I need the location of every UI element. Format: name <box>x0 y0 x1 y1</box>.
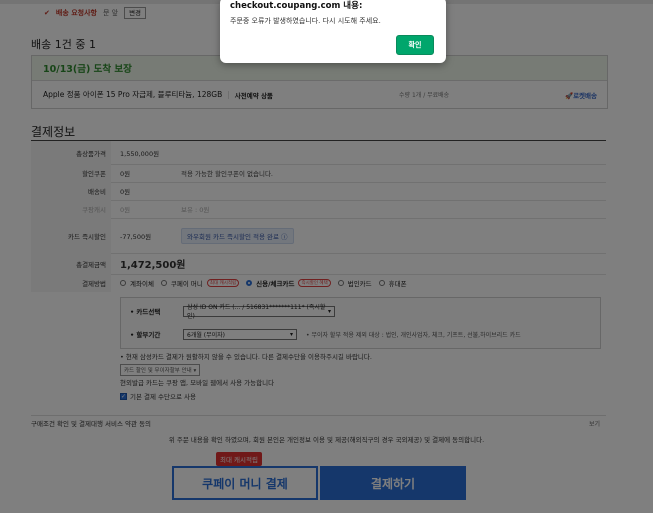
check-icon: ✔ <box>44 9 50 17</box>
row-note: 와우회원 카드 즉시할인 적용 완료 ⓘ <box>181 218 294 253</box>
coupay-money-pay-button[interactable]: 쿠페이 머니 결제 <box>172 466 318 500</box>
radio-bank-transfer[interactable] <box>120 280 126 286</box>
samsung-card-warning: • 현재 삼성카드 결제가 원활하지 않을 수 있습니다. 다른 결제수단을 이… <box>120 353 372 361</box>
delivery-request-row: ✔ 배송 요청사항 문 앞 변경 <box>44 6 147 20</box>
rocket-icon: 🚀 <box>564 91 574 100</box>
chevron-down-icon: ▾ <box>327 307 331 315</box>
row-value: 0원 <box>120 170 131 178</box>
row-coupang-cash: 쿠팡캐시 0원 보유 : 0원 <box>31 200 606 219</box>
quantity-info: 수량 1개 / 무료배송 <box>399 92 450 99</box>
row-value: 0원 <box>120 206 131 214</box>
shipping-box: 10/13(금) 도착 보장 Apple 정품 아이폰 15 Pro 자급제, … <box>31 55 608 109</box>
card-select-value: 삼성 ID ON 카드 (... / 516831*******111* (즉시… <box>187 304 326 320</box>
default-method-row: ✓ 기본 결제 수단으로 사용 <box>120 391 196 401</box>
installment-row: • 할부기간 6개월 (무이자) ▾ • 무이자 할부 적용 제외 대상 : 법… <box>130 327 521 341</box>
terms-view-link[interactable]: 보기 <box>589 419 600 428</box>
checkout-page: ✔ 배송 요청사항 문 앞 변경 배송 1건 중 1 10/13(금) 도착 보… <box>0 0 653 513</box>
rocket-delivery-badge: 🚀로켓배송 <box>565 90 597 100</box>
receipt-note: 현외발급 카드는 쿠팡 앱, 모바일 웹에서 사용 가능합니다 <box>120 379 275 387</box>
radio-mobile[interactable] <box>378 280 385 286</box>
radio-credit-card[interactable] <box>246 280 253 286</box>
row-label: 카드 즉시할인 <box>31 218 111 253</box>
terms-row: 구매조건 확인 및 결제대행 서비스 약관 동의 보기 <box>31 415 606 430</box>
row-card-discount: 카드 즉시할인 -77,500원 와우회원 카드 즉시할인 적용 완료 ⓘ <box>31 218 606 254</box>
row-label: 배송비 <box>31 182 111 200</box>
radio-corporate-card[interactable] <box>337 280 344 286</box>
dialog-message: 주문중 오류가 발생하였습니다. 다시 시도해 주세요. <box>230 17 381 25</box>
method-label: 법인카드 <box>347 280 372 288</box>
payment-title: 결제정보 <box>31 125 76 139</box>
row-shipping-fee: 배송비 0원 <box>31 182 606 201</box>
row-note: 적용 가능한 할인쿠폰이 없습니다. <box>181 170 273 178</box>
row-label: 쿠팡캐시 <box>31 200 111 218</box>
installment-dropdown[interactable]: 6개월 (무이자) ▾ <box>183 328 297 340</box>
installment-hint: • 무이자 할부 적용 제외 대상 : 법인, 개인사업자, 체크, 기프트, … <box>306 331 521 339</box>
card-select-dropdown[interactable]: 삼성 ID ON 카드 (... / 516831*******111* (즉시… <box>183 304 335 320</box>
card-discount-badge[interactable]: 와우회원 카드 즉시할인 적용 완료 ⓘ <box>181 227 294 244</box>
row-total: 총상품가격 1,550,000원 <box>31 141 606 165</box>
row-label: 총상품가격 <box>31 141 111 164</box>
card-options-panel: • 카드선택 삼성 ID ON 카드 (... / 516831*******1… <box>120 297 601 349</box>
radio-coupay-money[interactable] <box>160 280 167 286</box>
rocket-delivery-label: 로켓배송 <box>573 91 597 100</box>
dialog-title: checkout.coupang.com 내용: <box>230 1 363 11</box>
card-select-row: • 카드선택 삼성 ID ON 카드 (... / 516831*******1… <box>130 304 335 320</box>
delivery-request-label: 배송 요청사항 <box>55 9 97 17</box>
row-label: 결제방법 <box>31 274 111 292</box>
card-benefit-info-dropdown[interactable]: 카드 할인 및 무이자할부 안내 ▾ <box>120 364 201 376</box>
shipping-title: 배송 1건 중 1 <box>31 38 96 51</box>
row-label: 할인쿠폰 <box>31 164 111 182</box>
delivery-request-value: 문 앞 <box>102 9 119 17</box>
installment-label: • 할부기간 <box>130 331 161 339</box>
pay-button[interactable]: 결제하기 <box>320 466 466 500</box>
product-row: Apple 정품 아이폰 15 Pro 자급제, 블루티타늄, 128GB | … <box>32 81 607 108</box>
method-label: 휴대폰 <box>388 280 407 288</box>
dialog-ok-button[interactable]: 확인 <box>396 35 434 55</box>
row-label: 총결제금액 <box>31 253 111 274</box>
row-value: -77,500원 <box>120 232 152 241</box>
row-coupon: 할인쿠폰 0원 적용 가능한 할인쿠폰이 없습니다. <box>31 164 606 183</box>
method-label: 쿠페이 머니 <box>170 280 203 288</box>
default-method-checkbox[interactable]: ✓ <box>120 392 127 400</box>
method-label: 신용/체크카드 <box>256 280 295 288</box>
row-value: 0원 <box>120 188 131 196</box>
method-tag: 최대 캐시적립 <box>206 279 240 287</box>
chevron-down-icon: ▾ <box>289 330 293 338</box>
agreement-text: 위 주문 내용을 확인 하였으며, 회원 본인은 개인정보 이용 및 제공(해외… <box>168 436 485 444</box>
card-select-label: • 카드선택 <box>130 308 161 316</box>
row-note: 보유 : 0원 <box>181 206 210 214</box>
terms-label: 구매조건 확인 및 결제대행 서비스 약관 동의 <box>31 420 152 428</box>
payment-method-options: 계좌이체 쿠페이 머니 최대 캐시적립 신용/체크카드 즉시할인 혜택 법인카드… <box>120 274 407 292</box>
alert-dialog: checkout.coupang.com 내용: 주문중 오류가 발생하였습니다… <box>220 0 446 63</box>
method-tag: 즉시할인 혜택 <box>298 279 331 287</box>
row-final-amount: 총결제금액 1,472,500원 <box>31 253 606 275</box>
method-label: 계좌이체 <box>130 280 154 288</box>
delivery-request-change-button[interactable]: 변경 <box>124 7 147 19</box>
presale-label: 사전예약 상품 <box>234 91 273 100</box>
product-name: Apple 정품 아이폰 15 Pro 자급제, 블루티타늄, 128GB <box>43 90 223 99</box>
default-method-label: 기본 결제 수단으로 사용 <box>130 393 196 401</box>
divider: | <box>227 90 230 99</box>
row-value: 1,472,500원 <box>120 260 186 271</box>
cashback-tag: 최대 캐시적립 <box>216 452 262 466</box>
row-value: 1,550,000원 <box>120 149 160 158</box>
installment-value: 6개월 (무이자) <box>187 331 226 339</box>
